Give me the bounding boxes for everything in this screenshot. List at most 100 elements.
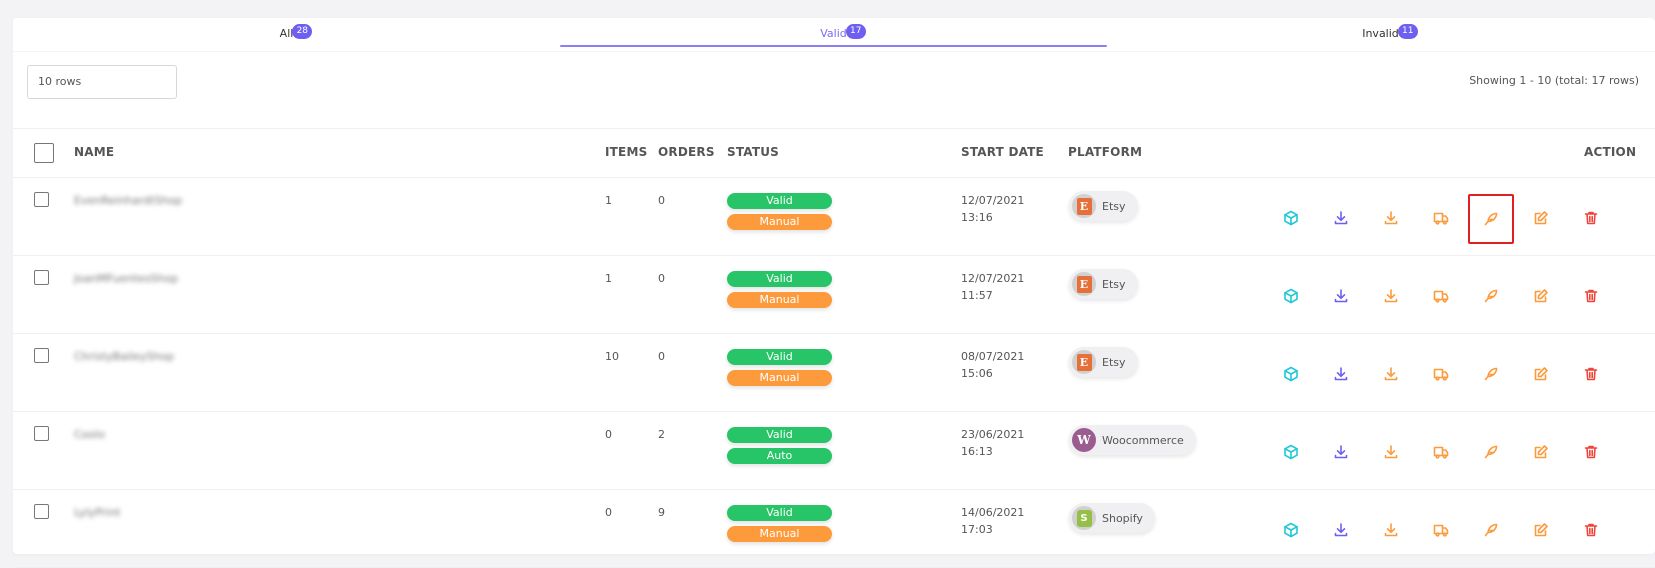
import-icon xyxy=(1384,367,1398,381)
import-action-button[interactable] xyxy=(1369,352,1413,396)
download-icon xyxy=(1334,211,1348,225)
truck-action-button[interactable] xyxy=(1419,352,1463,396)
store-name[interactable]: EvenReinhardtShop xyxy=(74,194,182,207)
import-action-button[interactable] xyxy=(1369,430,1413,474)
mode-badge: Manual xyxy=(727,526,832,542)
edit-action-button[interactable] xyxy=(1519,430,1563,474)
platform-label: Shopify xyxy=(1102,511,1143,525)
cube-action-button[interactable] xyxy=(1269,196,1313,240)
import-icon xyxy=(1384,289,1398,303)
row-checkbox[interactable] xyxy=(34,426,49,441)
header-status[interactable]: STATUS xyxy=(727,145,779,159)
platform-chip: E Etsy xyxy=(1069,191,1138,221)
status-badge: Valid xyxy=(727,349,832,365)
start-date: 23/06/2021 16:13 xyxy=(961,428,1025,458)
download-icon xyxy=(1334,523,1348,537)
feather-icon xyxy=(1484,445,1498,459)
import-icon xyxy=(1384,211,1398,225)
etsy-icon: E xyxy=(1072,272,1096,296)
edit-action-button[interactable] xyxy=(1519,274,1563,318)
cube-action-button[interactable] xyxy=(1269,352,1313,396)
cube-action-button[interactable] xyxy=(1269,274,1313,318)
trash-action-button[interactable] xyxy=(1569,352,1613,396)
download-action-button[interactable] xyxy=(1319,352,1363,396)
feather-action-button[interactable] xyxy=(1469,274,1513,318)
row-checkbox[interactable] xyxy=(34,348,49,363)
orders-count: 0 xyxy=(658,194,665,207)
cube-action-button[interactable] xyxy=(1269,430,1313,474)
woocommerce-icon: W xyxy=(1072,428,1096,452)
status-badge: Valid xyxy=(727,193,832,209)
orders-count: 0 xyxy=(658,350,665,363)
trash-action-button[interactable] xyxy=(1569,196,1613,240)
feather-icon xyxy=(1484,523,1498,537)
truck-action-button[interactable] xyxy=(1419,196,1463,240)
edit-icon xyxy=(1534,523,1548,537)
trash-icon xyxy=(1584,445,1598,459)
header-items[interactable]: ITEMS xyxy=(605,145,647,159)
truck-action-button[interactable] xyxy=(1419,508,1463,552)
truck-icon xyxy=(1433,212,1449,225)
row-checkbox[interactable] xyxy=(34,192,49,207)
cube-icon xyxy=(1284,444,1298,460)
row-checkbox[interactable] xyxy=(34,504,49,519)
download-action-button[interactable] xyxy=(1319,430,1363,474)
row-checkbox[interactable] xyxy=(34,270,49,285)
active-tab-indicator xyxy=(560,45,1107,47)
feather-action-button[interactable] xyxy=(1469,352,1513,396)
rows-per-page-select[interactable]: 10 rows xyxy=(27,65,177,99)
mode-badge: Auto xyxy=(727,448,832,464)
header-start-date[interactable]: START DATE xyxy=(961,145,1044,159)
tab-count-badge: 28 xyxy=(292,24,313,39)
download-icon xyxy=(1334,289,1348,303)
tab-label: Valid xyxy=(820,27,847,40)
header-action: ACTION xyxy=(1584,145,1637,159)
header-platform[interactable]: PLATFORM xyxy=(1068,145,1142,159)
feather-icon xyxy=(1484,212,1498,226)
import-icon xyxy=(1384,523,1398,537)
items-count: 1 xyxy=(605,272,612,285)
tab-invalid[interactable]: Invalid 11 xyxy=(1107,18,1654,52)
items-count: 10 xyxy=(605,350,619,363)
download-action-button[interactable] xyxy=(1319,274,1363,318)
download-icon xyxy=(1334,367,1348,381)
import-action-button[interactable] xyxy=(1369,508,1413,552)
edit-icon xyxy=(1534,367,1548,381)
cube-action-button[interactable] xyxy=(1269,508,1313,552)
trash-action-button[interactable] xyxy=(1569,508,1613,552)
edit-action-button[interactable] xyxy=(1519,508,1563,552)
header-orders[interactable]: ORDERS xyxy=(658,145,715,159)
trash-action-button[interactable] xyxy=(1569,274,1613,318)
select-all-checkbox[interactable] xyxy=(34,143,54,163)
items-count: 0 xyxy=(605,428,612,441)
orders-count: 9 xyxy=(658,506,665,519)
truck-icon xyxy=(1433,368,1449,381)
store-name[interactable]: LylyPrint xyxy=(74,506,121,519)
truck-action-button[interactable] xyxy=(1419,430,1463,474)
edit-action-button[interactable] xyxy=(1519,352,1563,396)
header-name[interactable]: NAME xyxy=(74,145,114,159)
items-count: 0 xyxy=(605,506,612,519)
feather-icon xyxy=(1484,289,1498,303)
store-name[interactable]: ChristyBaileyShop xyxy=(74,350,174,363)
tab-count-badge: 11 xyxy=(1397,24,1418,39)
trash-action-button[interactable] xyxy=(1569,430,1613,474)
truck-action-button[interactable] xyxy=(1419,274,1463,318)
edit-action-button[interactable] xyxy=(1519,196,1563,240)
store-name[interactable]: Coolo xyxy=(74,428,105,441)
download-action-button[interactable] xyxy=(1319,508,1363,552)
feather-action-button[interactable] xyxy=(1469,508,1513,552)
items-count: 1 xyxy=(605,194,612,207)
cube-icon xyxy=(1284,288,1298,304)
tab-label: All xyxy=(279,27,294,40)
tab-all[interactable]: All 28 xyxy=(13,18,560,52)
start-date: 14/06/2021 17:03 xyxy=(961,506,1025,536)
store-name[interactable]: JoanMFuentesShop xyxy=(74,272,178,285)
import-icon xyxy=(1384,445,1398,459)
import-action-button[interactable] xyxy=(1369,274,1413,318)
etsy-icon: E xyxy=(1072,350,1096,374)
download-action-button[interactable] xyxy=(1319,196,1363,240)
feather-action-button[interactable] xyxy=(1468,194,1514,244)
import-action-button[interactable] xyxy=(1369,196,1413,240)
feather-action-button[interactable] xyxy=(1469,430,1513,474)
